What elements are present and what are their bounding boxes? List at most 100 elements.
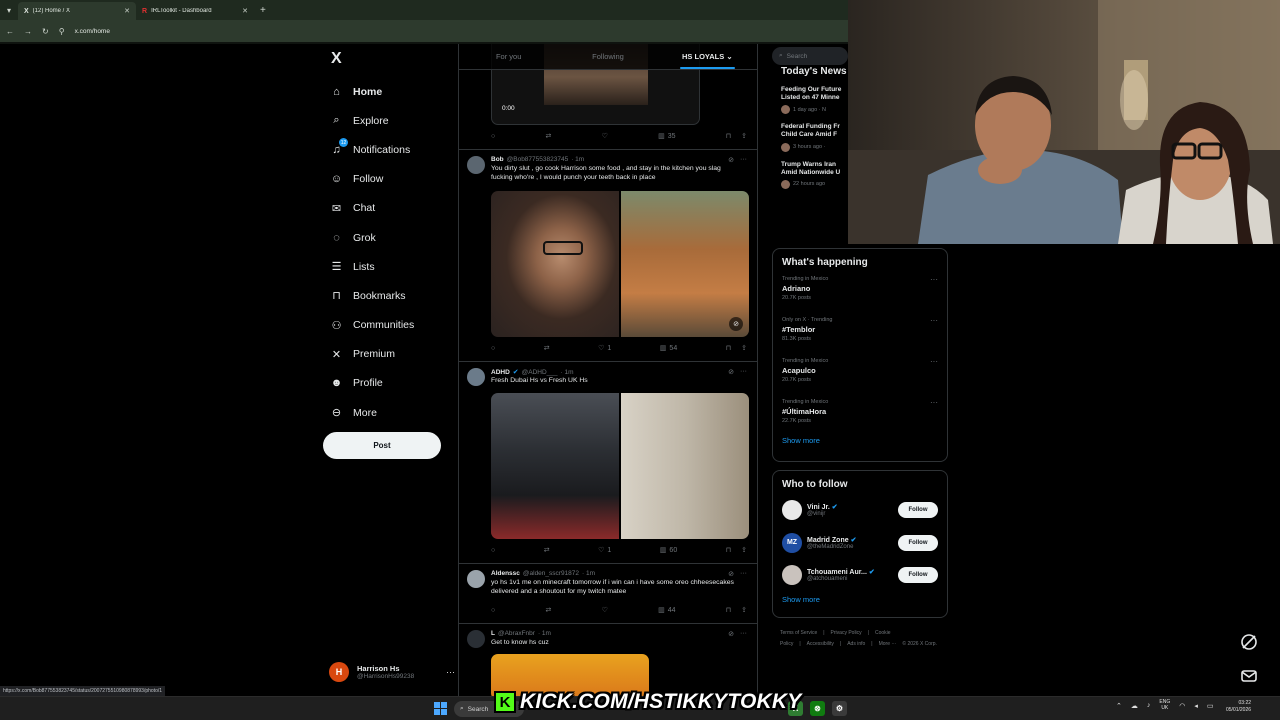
tweet-time[interactable]: · 1m: [561, 369, 574, 376]
grok-icon[interactable]: ⊘: [728, 570, 734, 578]
microphone-icon[interactable]: ♪: [1147, 702, 1151, 709]
x-logo-icon[interactable]: X: [331, 50, 342, 68]
volume-icon[interactable]: ◂: [1194, 702, 1198, 710]
browser-tab-x[interactable]: X (12) Home / X ✕: [18, 2, 136, 20]
tweet[interactable]: Aldenssc @alden_sscr91872 · 1m ⊘ ··· yo h…: [459, 564, 757, 624]
views-stat[interactable]: ▥ 60: [660, 546, 677, 555]
messages-float-icon[interactable]: [1237, 664, 1261, 688]
avatar[interactable]: [467, 368, 485, 386]
language-indicator[interactable]: ENG UK: [1159, 699, 1170, 711]
tweet-author-name[interactable]: Bob: [491, 156, 504, 163]
nav-item-communities[interactable]: ⚇ Communities: [330, 311, 415, 340]
more-icon[interactable]: ···: [740, 156, 747, 164]
site-info-icon[interactable]: ⚲: [59, 27, 65, 36]
tweet-author-name[interactable]: Aldenssc: [491, 570, 520, 577]
nav-item-home[interactable]: ⌂ Home: [330, 77, 414, 106]
nav-item-more[interactable]: ⊖ More: [330, 398, 414, 427]
like-stat[interactable]: ♡ 1: [598, 546, 611, 555]
trend-item[interactable]: Trending in Mexico Acapulco 20.7K posts ···: [782, 350, 947, 391]
footer-link[interactable]: © 2026 X Corp.: [902, 641, 937, 647]
tweet-time[interactable]: · 1m: [582, 570, 595, 577]
avatar[interactable]: [467, 630, 485, 648]
close-tab-icon[interactable]: ✕: [242, 7, 248, 15]
photo-car[interactable]: [491, 393, 619, 539]
bookmark-icon[interactable]: ⊓: [726, 606, 731, 614]
show-more-trends-link[interactable]: Show more: [782, 436, 947, 445]
avatar[interactable]: MZ: [782, 532, 802, 553]
bookmark-icon[interactable]: ⊓: [726, 132, 731, 140]
more-options-icon[interactable]: ···: [446, 667, 455, 677]
nav-item-follow[interactable]: ☺ Follow: [330, 165, 414, 194]
avatar[interactable]: [782, 500, 802, 521]
news-item[interactable]: Feeding Our Future Listed on 47 Minne 1 d…: [781, 86, 848, 115]
footer-link[interactable]: Accessibility: [807, 641, 834, 647]
tab-hs-loyals[interactable]: HS LOYALS ⌄: [658, 44, 757, 69]
grok-icon[interactable]: ⊘: [728, 368, 734, 376]
new-tab-button[interactable]: +: [254, 5, 272, 16]
more-icon[interactable]: ···: [930, 357, 938, 366]
tweet-author-handle[interactable]: @AbraxFnbr: [498, 630, 535, 637]
footer-link[interactable]: Ads info: [847, 641, 865, 647]
news-item[interactable]: Federal Funding Fr Child Care Amid F 3 ho…: [781, 123, 848, 152]
nav-item-profile[interactable]: ☻ Profile: [330, 369, 414, 398]
tweet-author-name[interactable]: ADHD: [491, 369, 510, 376]
reply-icon[interactable]: ○: [491, 606, 495, 614]
tray-app-icon[interactable]: ☁: [1131, 702, 1138, 710]
tweet[interactable]: Bob @Bob877553823745 · 1m ⊘ ··· You dirty…: [459, 150, 757, 362]
follow-suggestion[interactable]: Vini Jr. ✔ @vinijr Follow: [773, 494, 947, 527]
tweet-author-handle[interactable]: @ADHD___: [522, 369, 558, 376]
bookmark-icon[interactable]: ⊓: [726, 344, 731, 352]
more-icon[interactable]: ···: [740, 368, 747, 376]
grok-icon[interactable]: ⊘: [728, 156, 734, 164]
tab-search-icon[interactable]: ▾: [0, 0, 18, 20]
photo-man[interactable]: [621, 393, 749, 539]
trend-item[interactable]: Trending in Mexico Adriano 20.7K posts ···: [782, 268, 947, 309]
share-icon[interactable]: ⇪: [741, 546, 747, 554]
trend-item[interactable]: Only on X · Trending #Temblor 81.3K posts ·…: [782, 309, 947, 350]
share-icon[interactable]: ⇪: [741, 132, 747, 140]
nav-item-premium[interactable]: ✕ Premium: [330, 340, 414, 369]
retweet-icon[interactable]: ⇄: [545, 132, 551, 140]
reply-icon[interactable]: ○: [491, 132, 495, 140]
more-icon[interactable]: ···: [930, 398, 938, 407]
avatar[interactable]: [467, 156, 485, 174]
tweet-author-handle[interactable]: @Bob877553823745: [507, 156, 569, 163]
wifi-icon[interactable]: ◠: [1179, 702, 1185, 710]
back-icon[interactable]: ←: [6, 27, 14, 36]
reload-icon[interactable]: ↻: [42, 27, 49, 36]
views-stat[interactable]: ▥ 35: [658, 132, 675, 141]
retweet-icon[interactable]: ⇄: [544, 546, 550, 554]
photo-woman[interactable]: [491, 191, 619, 337]
battery-icon[interactable]: ▭: [1207, 702, 1214, 710]
avatar[interactable]: [467, 570, 485, 588]
views-stat[interactable]: ▥ 54: [660, 344, 677, 353]
close-tab-icon[interactable]: ✕: [124, 7, 130, 15]
tray-chevron-icon[interactable]: ⌃: [1116, 702, 1122, 710]
nav-item-chat[interactable]: ✉ Chat: [330, 194, 414, 223]
follow-suggestion[interactable]: MZ Madrid Zone ✔ @theMadridZone Follow: [773, 527, 947, 560]
tweet[interactable]: ADHD ✔ @ADHD___ · 1m ⊘ ··· Fresh Dubai Hs…: [459, 362, 757, 564]
nav-item-explore[interactable]: ⌕ Explore: [330, 106, 414, 135]
share-icon[interactable]: ⇪: [741, 344, 747, 352]
nav-item-bookmarks[interactable]: ⊓ Bookmarks: [330, 281, 414, 310]
like-icon[interactable]: ♡: [602, 132, 608, 140]
account-switcher[interactable]: H Harrison Hs @HarrisonHs99238 ···: [329, 662, 455, 682]
browser-tab-irltoolkit[interactable]: R IRLToolkit - Dashboard ✕: [136, 2, 254, 20]
retweet-icon[interactable]: ⇄: [545, 606, 551, 614]
tweet-author-handle[interactable]: @alden_sscr91872: [523, 570, 579, 577]
avatar[interactable]: [782, 565, 802, 586]
forward-icon[interactable]: →: [24, 27, 32, 36]
footer-link[interactable]: More ···: [879, 641, 897, 647]
follow-button[interactable]: Follow: [898, 534, 938, 551]
reply-icon[interactable]: ○: [491, 546, 495, 554]
bookmark-icon[interactable]: ⊓: [726, 546, 731, 554]
share-icon[interactable]: ⇪: [741, 606, 747, 614]
nav-item-lists[interactable]: ☰ Lists: [330, 252, 414, 281]
follow-button[interactable]: Follow: [898, 502, 938, 519]
follow-button[interactable]: Follow: [898, 567, 938, 584]
reply-icon[interactable]: ○: [491, 344, 495, 352]
news-item[interactable]: Trump Warns Iran Amid Nationwide U 22 hou…: [781, 161, 848, 189]
more-icon[interactable]: ···: [740, 630, 747, 638]
nav-item-notifications[interactable]: ♫ 12 Notifications: [330, 135, 414, 164]
footer-link[interactable]: Privacy Policy: [831, 630, 862, 636]
